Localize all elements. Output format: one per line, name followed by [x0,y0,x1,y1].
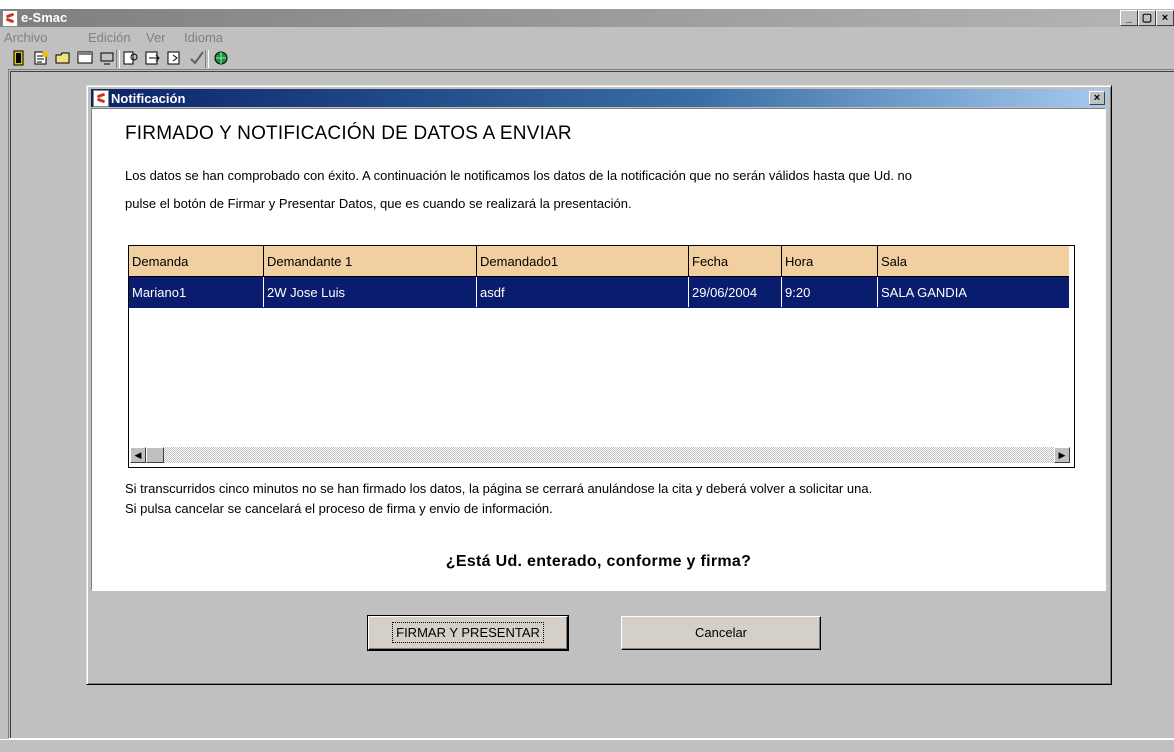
restore-button[interactable]: ▢ [1138,10,1156,26]
app-title: e-Smac [21,10,68,25]
close-button[interactable]: × [1156,10,1174,26]
data-table: Demanda Demandante 1 Demandado1 Fecha Ho… [129,246,1069,308]
menu-archivo[interactable]: Archivo [4,30,47,45]
exit-icon[interactable] [11,50,27,66]
network-icon[interactable] [213,50,229,66]
dialog-titlebar[interactable]: Notificación × [91,89,1107,107]
dialog-title: Notificación [111,91,186,106]
window-icon[interactable] [77,50,93,66]
cell-demandado[interactable]: asdf [476,276,689,308]
dialog-heading: FIRMADO Y NOTIFICACIÓN DE DATOS A ENVIAR [125,123,572,144]
scroll-thumb[interactable] [146,447,164,463]
cell-fecha[interactable]: 29/06/2004 [688,276,782,308]
find-icon[interactable] [123,50,139,66]
dialog-close-button[interactable]: × [1089,91,1105,105]
column-header-fecha[interactable]: Fecha [688,246,782,277]
data-grid[interactable]: Demanda Demandante 1 Demandado1 Fecha Ho… [128,245,1075,468]
check-icon[interactable] [189,50,205,66]
scroll-left-button[interactable]: ◀ [130,447,146,463]
sign-and-submit-button[interactable]: FIRMAR Y PRESENTAR [367,615,569,651]
minimize-button[interactable]: _ [1120,10,1138,26]
app-titlebar[interactable]: e-Smac _ ▢ × [0,9,1174,27]
column-header-demandado[interactable]: Demandado1 [476,246,689,277]
intro-text-line1: Los datos se han comprobado con éxito. A… [125,168,913,183]
toolbar-separator [205,50,209,68]
cancel-button[interactable]: Cancelar [621,616,821,650]
intro-text-line2: pulse el botón de Firmar y Presentar Dat… [125,196,632,211]
export-icon[interactable] [145,50,161,66]
toolbar-separator [116,50,120,68]
monitor-icon[interactable] [99,50,115,66]
column-header-demanda[interactable]: Demanda [129,246,264,277]
column-header-hora[interactable]: Hora [781,246,878,277]
horizontal-scrollbar[interactable]: ◀ ▶ [130,447,1070,463]
cell-hora[interactable]: 9:20 [781,276,878,308]
dialog-app-icon [93,90,109,107]
cell-demanda[interactable]: Mariano1 [129,276,264,308]
cell-demandante[interactable]: 2W Jose Luis [263,276,477,308]
note-text-line2: Si pulsa cancelar se cancelará el proces… [125,501,553,516]
column-header-demandante[interactable]: Demandante 1 [263,246,477,277]
menu-edicion[interactable]: Edición [88,30,131,45]
toolbar [0,47,1174,69]
open-folder-icon[interactable] [55,50,71,66]
confirmation-question: ¿Está Ud. enterado, conforme y firma? [445,553,752,570]
import-icon[interactable] [167,50,183,66]
scroll-right-button[interactable]: ▶ [1054,447,1070,463]
menu-ver[interactable]: Ver [146,30,166,45]
note-text-line1: Si transcurridos cinco minutos no se han… [125,481,873,496]
sign-and-submit-label: FIRMAR Y PRESENTAR [392,622,544,643]
dialog-content: FIRMADO Y NOTIFICACIÓN DE DATOS A ENVIAR… [91,108,1106,591]
edit-icon[interactable] [33,50,49,66]
menubar: Archivo Edición Ver Idioma [0,27,1174,47]
app-icon [2,10,18,27]
cell-sala[interactable]: SALA GANDIA [877,276,1069,308]
column-header-sala[interactable]: Sala [877,246,1069,277]
notification-dialog: Notificación × FIRMADO Y NOTIFICACIÓN DE… [86,85,1112,685]
table-header-row: Demanda Demandante 1 Demandado1 Fecha Ho… [129,246,1069,277]
statusbar [0,739,1174,752]
table-row[interactable]: Mariano1 2W Jose Luis asdf 29/06/2004 9:… [129,276,1069,308]
menu-idioma[interactable]: Idioma [184,30,223,45]
